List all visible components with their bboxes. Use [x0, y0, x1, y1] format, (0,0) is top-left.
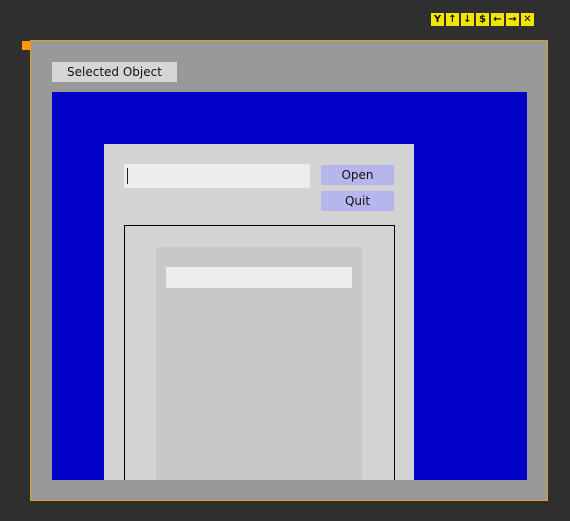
arrow-up-icon[interactable]: ↑	[446, 13, 459, 26]
inner-field[interactable]	[166, 267, 352, 288]
arrow-down-icon[interactable]: ↓	[461, 13, 474, 26]
resize-handle[interactable]	[22, 41, 31, 50]
window-toolbar: Y ↑ ↓ $ ← → ✕	[431, 13, 534, 26]
arrow-left-icon[interactable]: ←	[491, 13, 504, 26]
fork-icon[interactable]: Y	[431, 13, 444, 26]
path-input[interactable]	[124, 164, 310, 188]
close-icon[interactable]: ✕	[521, 13, 534, 26]
dollar-icon[interactable]: $	[476, 13, 489, 26]
quit-button[interactable]: Quit	[321, 191, 394, 211]
canvas-area: Open Quit	[52, 92, 527, 480]
file-dialog: Open Quit	[104, 144, 414, 480]
selected-object-label: Selected Object	[52, 62, 177, 82]
inner-panel	[156, 247, 362, 480]
open-button[interactable]: Open	[321, 165, 394, 185]
arrow-right-icon[interactable]: →	[506, 13, 519, 26]
file-list[interactable]	[124, 225, 395, 480]
text-caret	[127, 168, 128, 184]
